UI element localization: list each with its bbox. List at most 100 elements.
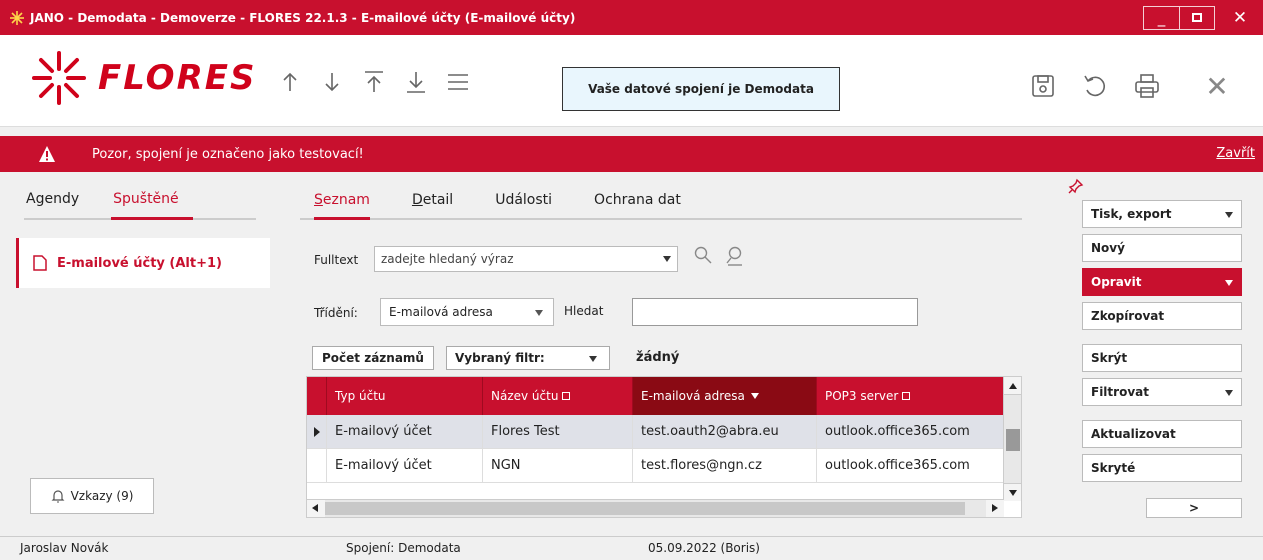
edit-button[interactable]: Opravit bbox=[1082, 268, 1242, 296]
column-filter-icon[interactable] bbox=[562, 392, 571, 400]
window-title: JANO - Demodata - Demoverze - FLORES 22.… bbox=[30, 10, 576, 25]
fulltext-label: Fulltext bbox=[314, 253, 359, 267]
close-window-button[interactable]: ✕ bbox=[1217, 4, 1263, 32]
test-connection-warning-bar: Pozor, spojení je označeno jako testovac… bbox=[0, 136, 1263, 172]
refresh-button[interactable]: Aktualizovat bbox=[1082, 420, 1242, 448]
scroll-left-icon[interactable] bbox=[307, 500, 325, 517]
chevron-down-icon bbox=[1225, 280, 1233, 286]
actions-panel: Tisk, export Nový Opravit Zkopírovat Skr… bbox=[1062, 178, 1263, 532]
current-row-icon bbox=[313, 426, 320, 437]
window-title-bar: JANO - Demodata - Demoverze - FLORES 22.… bbox=[0, 0, 1263, 35]
table-cell: outlook.office365.com bbox=[825, 458, 970, 473]
pin-icon[interactable] bbox=[1068, 178, 1084, 194]
table-cell: test.oauth2@abra.eu bbox=[633, 415, 817, 448]
warning-message: Pozor, spojení je označeno jako testovac… bbox=[92, 146, 364, 162]
sort-select[interactable]: E-mailová adresa bbox=[380, 298, 554, 326]
menu-icon[interactable] bbox=[446, 68, 470, 96]
records-grid: Typ účtu Název účtu E-mailová adresa POP… bbox=[306, 376, 1022, 518]
chevron-down-icon bbox=[589, 356, 597, 362]
center-tabs: Seznam Detail Události Ochrana dat bbox=[300, 178, 1022, 220]
search-input[interactable] bbox=[632, 298, 918, 326]
scroll-up-icon[interactable] bbox=[1004, 377, 1021, 395]
undo-icon[interactable] bbox=[1082, 73, 1108, 99]
tab-udalosti[interactable]: Události bbox=[495, 178, 552, 218]
tab-seznam[interactable]: Seznam bbox=[314, 178, 370, 220]
table-row[interactable]: E-mailový účet Flores Test test.oauth2@a… bbox=[307, 415, 1004, 449]
grid-header-indicator bbox=[307, 377, 327, 415]
tab-agendy[interactable]: Agendy bbox=[24, 178, 93, 218]
horizontal-scrollbar[interactable] bbox=[307, 499, 1004, 517]
chevron-down-icon bbox=[1225, 212, 1233, 218]
table-cell: E-mailový účet bbox=[327, 415, 483, 448]
sort-label: Třídění: bbox=[314, 306, 358, 320]
row-indicator bbox=[307, 415, 327, 448]
warning-close-link[interactable]: Zavřít bbox=[1216, 146, 1255, 161]
scroll-thumb[interactable] bbox=[1006, 429, 1020, 451]
status-user: Jaroslav Novák bbox=[20, 541, 109, 555]
table-row[interactable]: E-mailový účet NGN test.flores@ngn.cz ou… bbox=[307, 449, 1004, 483]
arrow-down-icon[interactable] bbox=[320, 68, 344, 96]
document-icon bbox=[33, 255, 47, 271]
filter-select[interactable]: Vybraný filtr: bbox=[446, 346, 610, 370]
left-panel: Agendy Spuštěné E-mailové účty (Alt+1) V… bbox=[16, 178, 270, 530]
center-panel: Seznam Detail Události Ochrana dat Fullt… bbox=[290, 178, 1042, 532]
print-export-button[interactable]: Tisk, export bbox=[1082, 200, 1242, 228]
vertical-scrollbar[interactable] bbox=[1003, 377, 1021, 501]
status-connection: Spojení: Demodata bbox=[346, 541, 461, 555]
search-label: Hledat bbox=[564, 304, 604, 318]
fulltext-input[interactable]: zadejte hledaný výraz bbox=[374, 246, 678, 272]
status-bar: Jaroslav Novák Spojení: Demodata 05.09.2… bbox=[0, 536, 1263, 560]
tab-spustene[interactable]: Spuštěné bbox=[111, 178, 193, 220]
flores-logo-text: FLORES bbox=[98, 58, 257, 98]
chevron-down-icon bbox=[1225, 390, 1233, 396]
table-cell: outlook.office365.com bbox=[825, 424, 970, 439]
connection-info-box: Vaše datové spojení je Demodata bbox=[562, 67, 840, 111]
column-header-typ-uctu[interactable]: Typ účtu bbox=[327, 377, 483, 415]
chevron-down-icon bbox=[535, 310, 543, 316]
tab-detail[interactable]: Detail bbox=[412, 178, 453, 218]
status-date: 05.09.2022 (Boris) bbox=[648, 541, 760, 555]
row-indicator bbox=[307, 449, 327, 482]
new-button[interactable]: Nový bbox=[1082, 234, 1242, 262]
grid-header: Typ účtu Název účtu E-mailová adresa POP… bbox=[307, 377, 1004, 415]
more-actions-button[interactable]: > bbox=[1146, 498, 1242, 518]
messages-label: Vzkazy (9) bbox=[70, 489, 134, 503]
column-header-email[interactable]: E-mailová adresa bbox=[633, 377, 817, 415]
sort-desc-icon bbox=[750, 393, 759, 399]
search-icon[interactable] bbox=[694, 246, 712, 264]
hidden-records-button[interactable]: Skryté bbox=[1082, 454, 1242, 482]
copy-button[interactable]: Zkopírovat bbox=[1082, 302, 1242, 330]
open-agenda-item-email-accounts[interactable]: E-mailové účty (Alt+1) bbox=[16, 238, 270, 288]
scroll-right-icon[interactable] bbox=[986, 500, 1004, 517]
filter-button[interactable]: Filtrovat bbox=[1082, 378, 1242, 406]
main-toolbar: FLORES Vaše datové spojení je Demodata ✕ bbox=[0, 35, 1263, 127]
column-header-nazev-uctu[interactable]: Název účtu bbox=[483, 377, 633, 415]
first-record-icon[interactable] bbox=[362, 68, 386, 96]
flores-logo: FLORES bbox=[30, 49, 256, 107]
last-record-icon[interactable] bbox=[404, 68, 428, 96]
chevron-down-icon[interactable] bbox=[663, 256, 671, 262]
tab-ochrana-dat[interactable]: Ochrana dat bbox=[594, 178, 681, 218]
close-agenda-icon[interactable]: ✕ bbox=[1204, 70, 1230, 103]
scroll-down-icon[interactable] bbox=[1004, 483, 1021, 501]
advanced-search-icon[interactable] bbox=[726, 246, 744, 266]
arrow-up-icon[interactable] bbox=[278, 68, 302, 96]
column-header-pop3[interactable]: POP3 server bbox=[817, 377, 1004, 415]
table-cell: test.flores@ngn.cz bbox=[633, 449, 817, 482]
maximize-icon bbox=[1192, 13, 1202, 22]
messages-button[interactable]: Vzkazy (9) bbox=[30, 478, 154, 514]
minimize-button[interactable]: _ bbox=[1143, 5, 1179, 30]
flores-logo-star-icon bbox=[32, 51, 86, 105]
column-filter-icon[interactable] bbox=[902, 392, 911, 400]
print-icon[interactable] bbox=[1134, 73, 1160, 99]
open-agenda-label: E-mailové účty (Alt+1) bbox=[57, 255, 222, 271]
table-cell: NGN bbox=[483, 449, 633, 482]
scroll-thumb[interactable] bbox=[325, 502, 965, 515]
record-count-button[interactable]: Počet záznamů bbox=[312, 346, 434, 370]
flores-app-icon bbox=[8, 9, 26, 27]
hide-button[interactable]: Skrýt bbox=[1082, 344, 1242, 372]
table-cell: Flores Test bbox=[483, 415, 633, 448]
maximize-button[interactable] bbox=[1179, 5, 1215, 30]
filter-value: žádný bbox=[636, 350, 680, 365]
save-icon[interactable] bbox=[1030, 73, 1056, 99]
